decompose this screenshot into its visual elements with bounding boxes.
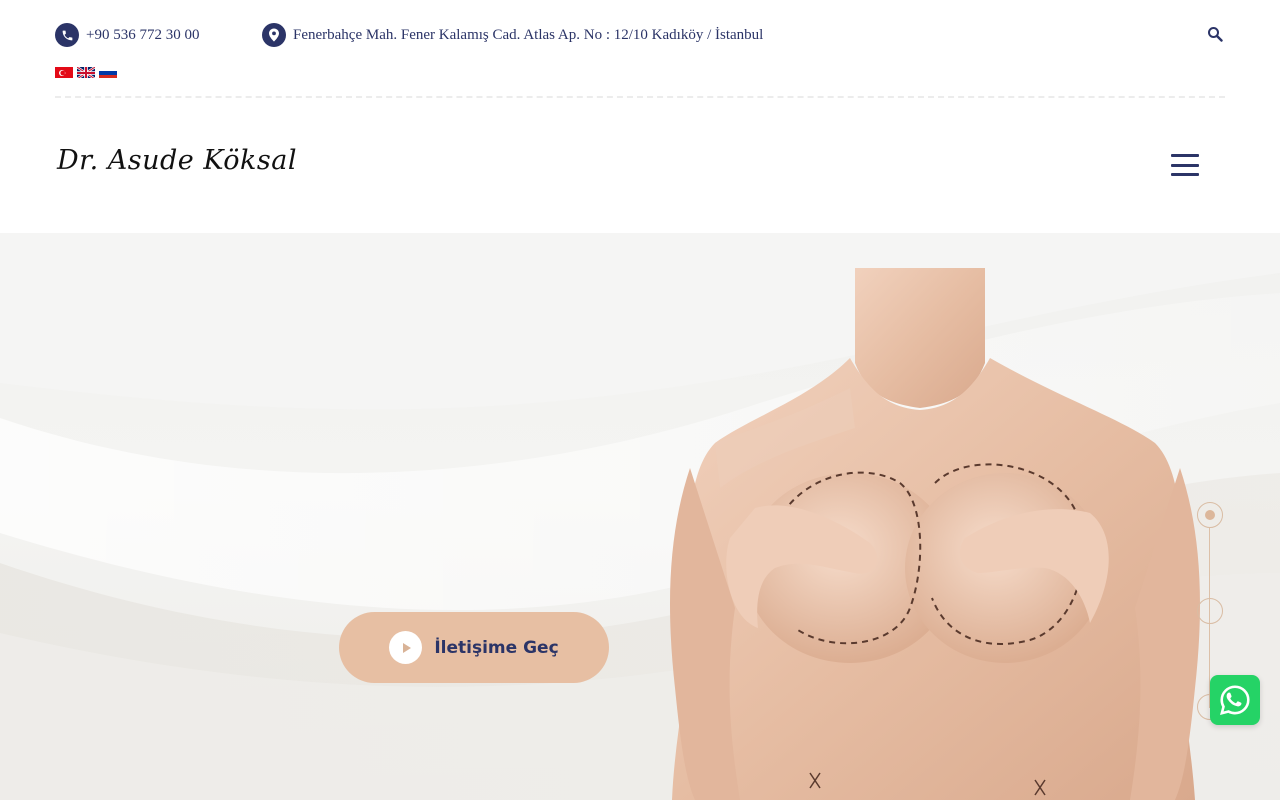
- uk-flag-icon[interactable]: [77, 66, 95, 78]
- play-icon: [389, 631, 423, 664]
- turkey-flag-icon[interactable]: [55, 66, 73, 78]
- contact-cta-button[interactable]: İletişime Geç: [339, 612, 609, 683]
- hamburger-menu-icon[interactable]: [1171, 154, 1199, 176]
- address-contact: Fenerbahçe Mah. Fener Kalamış Cad. Atlas…: [262, 23, 763, 47]
- map-pin-icon: [262, 23, 286, 47]
- slider-dot-2[interactable]: [1197, 598, 1223, 624]
- language-switcher: [55, 66, 117, 78]
- phone-contact[interactable]: +90 536 772 30 00: [55, 23, 199, 47]
- phone-number[interactable]: +90 536 772 30 00: [86, 27, 199, 44]
- phone-icon: [55, 23, 79, 47]
- hero-slider: İletişime Geç: [0, 233, 1280, 800]
- hero-model-image: [670, 268, 1200, 800]
- address-text: Fenerbahçe Mah. Fener Kalamış Cad. Atlas…: [293, 26, 764, 43]
- slider-dot-1[interactable]: [1197, 502, 1223, 528]
- site-logo[interactable]: Dr. Asude Köksal: [57, 145, 297, 189]
- top-bar: +90 536 772 30 00 Fenerbahçe Mah. Fener …: [55, 0, 1225, 98]
- search-icon[interactable]: [1207, 26, 1223, 42]
- whatsapp-icon[interactable]: [1210, 675, 1260, 725]
- cta-label: İletişime Geç: [434, 637, 559, 658]
- russia-flag-icon[interactable]: [99, 66, 117, 78]
- logo-text: Dr. Asude Köksal: [57, 145, 297, 176]
